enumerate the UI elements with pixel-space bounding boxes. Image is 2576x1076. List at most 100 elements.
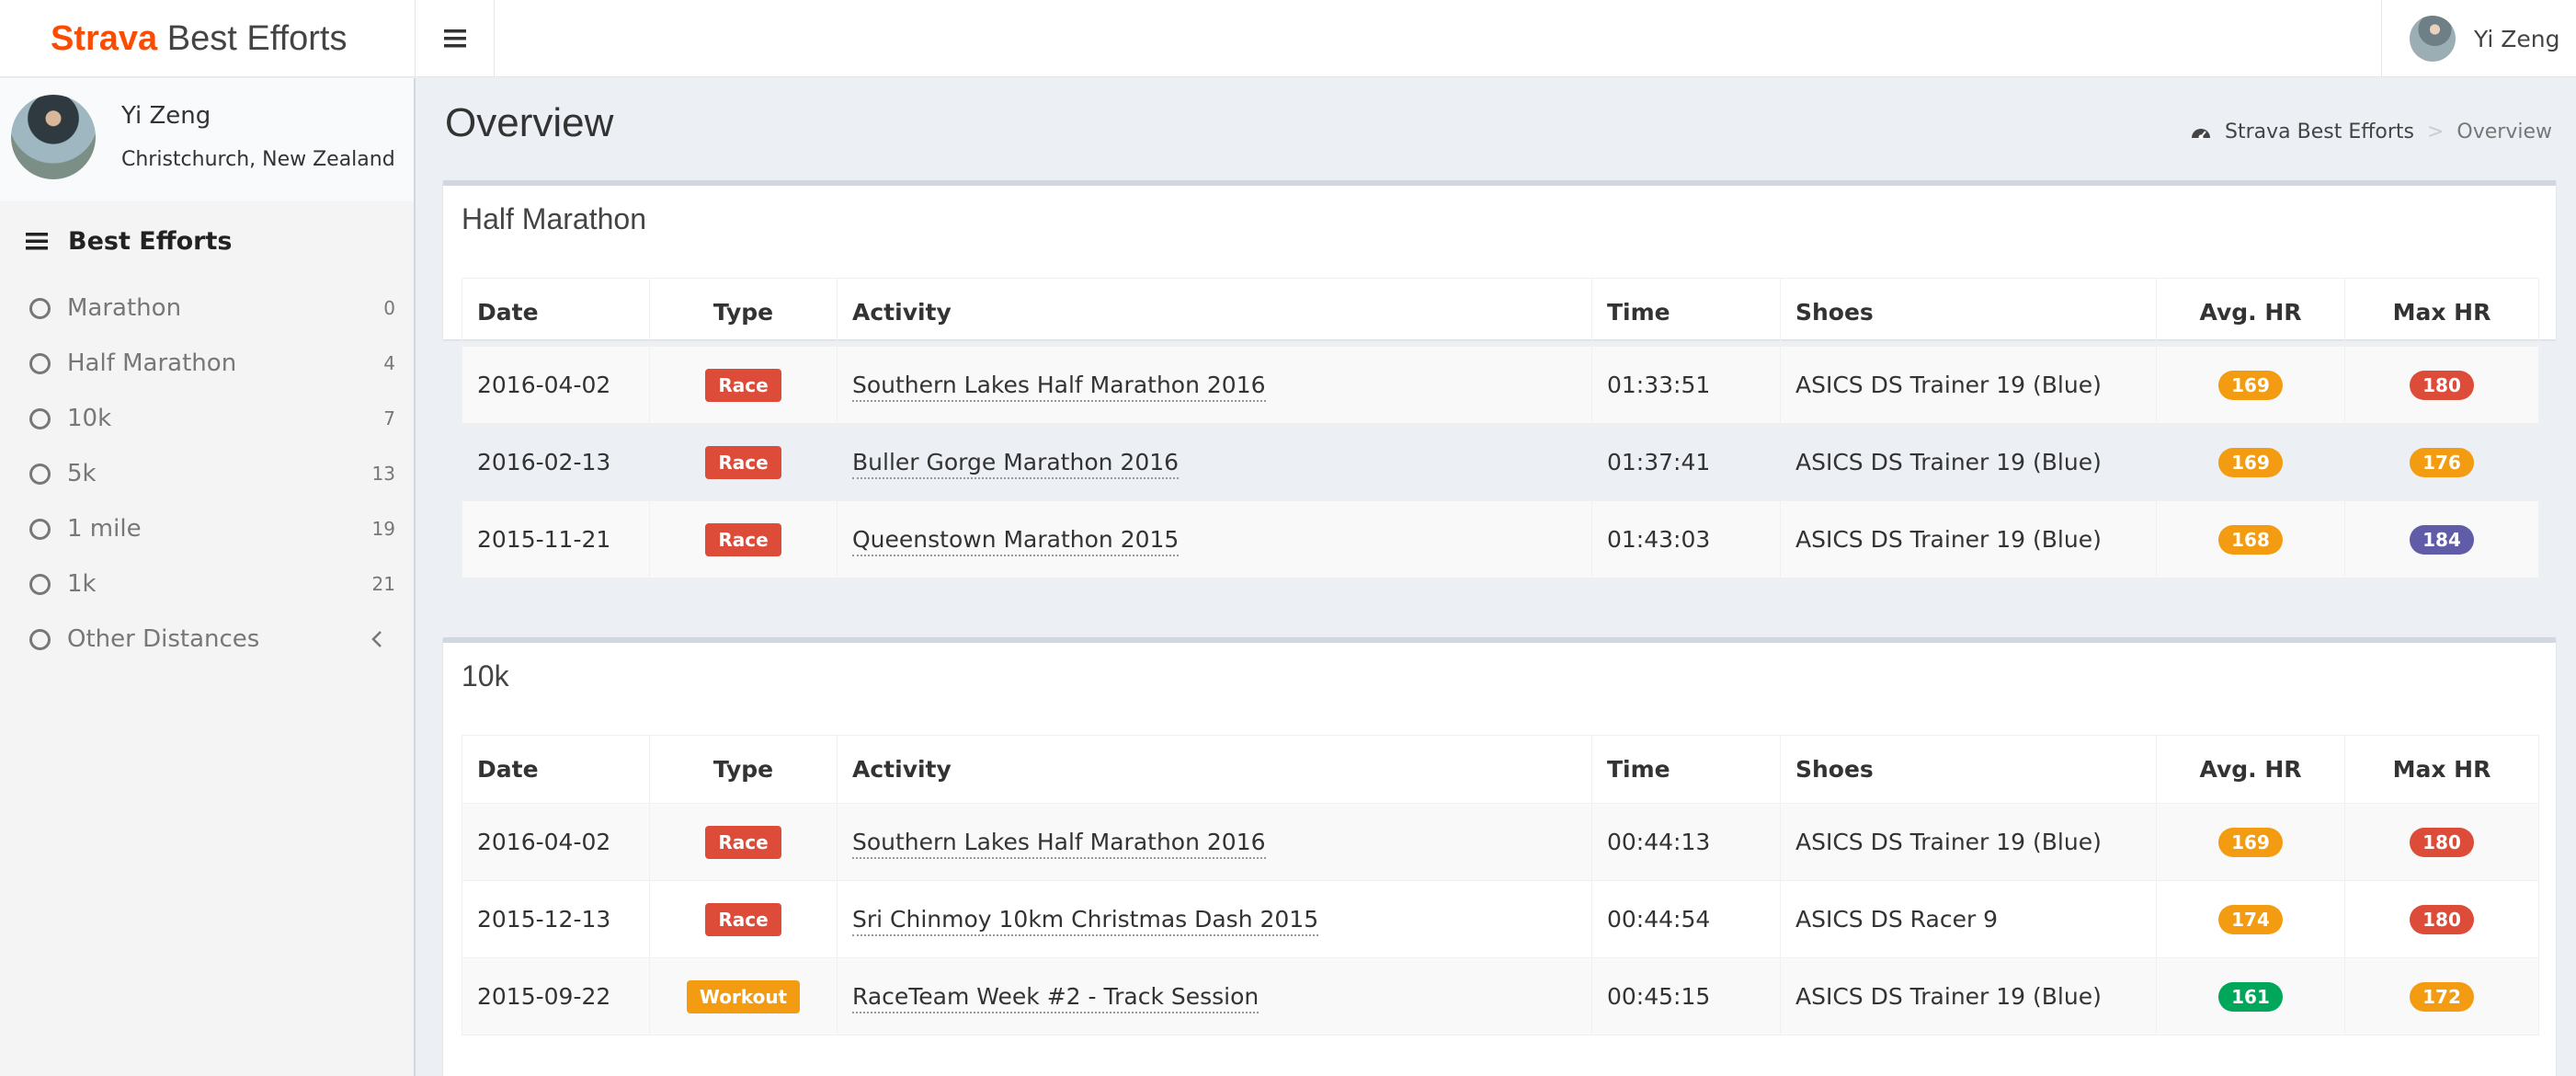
cell-avg-hr: 169	[2156, 346, 2345, 424]
column-header-type[interactable]: Type	[649, 278, 838, 347]
column-header-max-hr[interactable]: Max HR	[2344, 278, 2539, 347]
table-row: 2016-04-02 Race Southern Lakes Half Marath…	[462, 346, 2539, 424]
max-hr-badge: 172	[2410, 981, 2474, 1012]
cell-activity: Southern Lakes Half Marathon 2016	[837, 346, 1592, 424]
cell-activity: Sri Chinmoy 10km Christmas Dash 2015	[837, 880, 1592, 958]
column-header-shoes[interactable]: Shoes	[1780, 735, 2157, 804]
sidebar-item-marathon[interactable]: Marathon 0	[0, 280, 414, 336]
cell-shoes: ASICS DS Racer 9	[1780, 880, 2157, 958]
sidebar-item-label: 1 mile	[67, 515, 142, 543]
cell-date: 2015-11-21	[462, 500, 650, 578]
cell-type: Race	[649, 500, 838, 578]
activity-link[interactable]: Southern Lakes Half Marathon 2016	[852, 372, 1266, 402]
table-header-row: Date Type Activity Time Shoes Avg. HR Ma…	[462, 735, 2539, 804]
column-header-shoes[interactable]: Shoes	[1780, 278, 2157, 347]
cell-time: 00:44:13	[1591, 803, 1781, 881]
column-header-activity[interactable]: Activity	[837, 735, 1592, 804]
sidebar-item-1k[interactable]: 1k 21	[0, 556, 414, 612]
cell-time: 00:45:15	[1591, 957, 1781, 1036]
activity-link[interactable]: Southern Lakes Half Marathon 2016	[852, 829, 1266, 859]
cell-avg-hr: 169	[2156, 803, 2345, 881]
cell-avg-hr: 168	[2156, 500, 2345, 578]
column-header-date[interactable]: Date	[462, 278, 650, 347]
sidebar-item-5k[interactable]: 5k 13	[0, 446, 414, 501]
activity-link[interactable]: Queenstown Marathon 2015	[852, 526, 1180, 556]
page-title: Overview	[445, 100, 614, 145]
sidebar-toggle-button[interactable]	[416, 0, 495, 77]
max-hr-badge: 176	[2410, 447, 2474, 477]
column-header-avg-hr[interactable]: Avg. HR	[2156, 735, 2345, 804]
app-logo[interactable]: Strava Best Efforts	[0, 0, 416, 77]
table-header-row: Date Type Activity Time Shoes Avg. HR Ma…	[462, 278, 2539, 347]
avatar	[11, 95, 96, 179]
max-hr-badge: 180	[2410, 904, 2474, 934]
cell-avg-hr: 161	[2156, 957, 2345, 1036]
cell-time: 01:37:41	[1591, 423, 1781, 501]
sidebar-item-count: 7	[383, 407, 395, 429]
sidebar-item-count: 0	[383, 297, 395, 319]
column-header-time[interactable]: Time	[1591, 735, 1781, 804]
cell-type: Workout	[649, 957, 838, 1036]
sidebar-item-half-marathon[interactable]: Half Marathon 4	[0, 336, 414, 391]
menu-header-best-efforts[interactable]: Best Efforts	[0, 201, 414, 280]
sidebar-item-count: 4	[383, 352, 395, 374]
breadcrumb: Strava Best Efforts > Overview	[2190, 120, 2552, 143]
sidebar-user-location: Christchurch, New Zealand	[121, 148, 395, 171]
avatar	[2410, 16, 2456, 62]
sidebar-item-label: Other Distances	[67, 625, 260, 653]
sidebar-item-1-mile[interactable]: 1 mile 19	[0, 501, 414, 556]
activity-link[interactable]: Sri Chinmoy 10km Christmas Dash 2015	[852, 906, 1319, 936]
circle-icon	[29, 573, 51, 595]
column-header-activity[interactable]: Activity	[837, 278, 1592, 347]
cell-activity: Queenstown Marathon 2015	[837, 500, 1592, 578]
cell-time: 00:44:54	[1591, 880, 1781, 958]
circle-icon	[29, 297, 51, 319]
sidebar-item-10k[interactable]: 10k 7	[0, 391, 414, 446]
avg-hr-badge: 169	[2218, 447, 2283, 477]
table-row: 2015-12-13 Race Sri Chinmoy 10km Christmas…	[462, 880, 2539, 958]
cell-type: Race	[649, 880, 838, 958]
column-header-type[interactable]: Type	[649, 735, 838, 804]
avg-hr-badge: 174	[2218, 904, 2283, 934]
cell-date: 2015-09-22	[462, 957, 650, 1036]
section-box-10k: 10k Date Type Activity Time Shoes Avg. H…	[443, 637, 2556, 1076]
cell-max-hr: 184	[2344, 500, 2539, 578]
cell-type: Race	[649, 423, 838, 501]
breadcrumb-home-link[interactable]: Strava Best Efforts	[2225, 120, 2414, 143]
best-efforts-table: Date Type Activity Time Shoes Avg. HR Ma…	[462, 278, 2539, 578]
cell-max-hr: 172	[2344, 957, 2539, 1036]
cell-time: 01:33:51	[1591, 346, 1781, 424]
type-badge: Race	[705, 522, 781, 556]
table-row: 2015-11-21 Race Queenstown Marathon 2015 01…	[462, 500, 2539, 578]
column-header-avg-hr[interactable]: Avg. HR	[2156, 278, 2345, 347]
top-header: Strava Best Efforts Yi Zeng	[0, 0, 2576, 77]
sidebar-item-count: 13	[371, 463, 395, 485]
section-title: 10k	[462, 659, 509, 693]
cell-avg-hr: 169	[2156, 423, 2345, 501]
table-row: 2016-02-13 Race Buller Gorge Marathon 2016…	[462, 423, 2539, 501]
column-header-date[interactable]: Date	[462, 735, 650, 804]
best-efforts-table: Date Type Activity Time Shoes Avg. HR Ma…	[462, 735, 2539, 1036]
column-header-time[interactable]: Time	[1591, 278, 1781, 347]
avg-hr-badge: 169	[2218, 827, 2283, 857]
activity-link[interactable]: Buller Gorge Marathon 2016	[852, 449, 1180, 479]
sidebar-item-count: 19	[371, 518, 395, 540]
breadcrumb-separator: >	[2426, 120, 2445, 143]
cell-date: 2015-12-13	[462, 880, 650, 958]
cell-max-hr: 176	[2344, 423, 2539, 501]
user-menu[interactable]: Yi Zeng	[2381, 0, 2576, 77]
logo-brand: Strava	[51, 19, 158, 58]
activity-link[interactable]: RaceTeam Week #2 - Track Session	[852, 983, 1260, 1013]
sidebar-menu: Best Efforts Marathon 0 Half Marathon 4 …	[0, 201, 414, 1076]
sidebar-item-label: 10k	[67, 405, 112, 432]
cell-activity: Buller Gorge Marathon 2016	[837, 423, 1592, 501]
cell-shoes: ASICS DS Trainer 19 (Blue)	[1780, 803, 2157, 881]
cell-activity: RaceTeam Week #2 - Track Session	[837, 957, 1592, 1036]
sidebar-item-label: 5k	[67, 460, 97, 487]
breadcrumb-current: Overview	[2456, 120, 2552, 143]
sidebar-item-other-distances[interactable]: Other Distances	[0, 612, 414, 667]
column-header-max-hr[interactable]: Max HR	[2344, 735, 2539, 804]
sidebar-item-label: Half Marathon	[67, 349, 237, 377]
cell-max-hr: 180	[2344, 803, 2539, 881]
sidebar-item-label: 1k	[67, 570, 97, 598]
